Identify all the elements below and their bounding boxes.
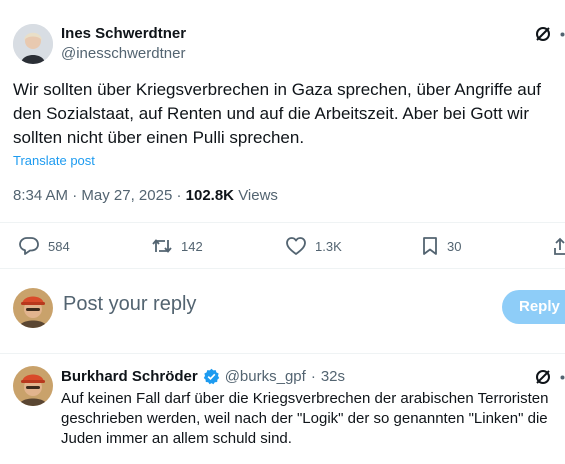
- separator: ·: [310, 368, 316, 385]
- views-count: 102.8K: [185, 187, 235, 204]
- repost-count: 142: [181, 238, 203, 254]
- reply-header: Burkhard Schröder @burks_gpf · 32s: [61, 368, 345, 385]
- more-options-icon[interactable]: [560, 32, 565, 37]
- like-count: 1.3K: [315, 238, 342, 254]
- more-options-icon[interactable]: [560, 375, 565, 380]
- like-stat-button[interactable]: 1.3K: [285, 236, 342, 256]
- reply-button[interactable]: Reply: [502, 290, 565, 324]
- reply-text: Auf keinen Fall darf über die Kriegsverb…: [61, 389, 565, 449]
- post-date[interactable]: May 27, 2025: [81, 187, 172, 204]
- heart-icon: [285, 236, 307, 256]
- grok-icon[interactable]: [534, 25, 552, 43]
- separator: ·: [72, 187, 78, 204]
- author-avatar[interactable]: [13, 24, 53, 64]
- reply-text-line: geschrieben werden, weil nach der "Logik…: [61, 410, 548, 427]
- current-user-avatar[interactable]: [13, 288, 53, 328]
- reply-text-line: Juden immer an allem schuld sind.: [61, 430, 292, 447]
- divider: [0, 268, 565, 269]
- post-meta: 8:34 AM · May 27, 2025 · 102.8K Views: [13, 187, 278, 204]
- reply-stat-button[interactable]: 584: [18, 236, 70, 256]
- reply-timestamp[interactable]: 32s: [321, 368, 345, 385]
- post-time[interactable]: 8:34 AM: [13, 187, 68, 204]
- bookmark-count: 30: [447, 238, 462, 254]
- bookmark-stat-button[interactable]: 30: [421, 236, 461, 256]
- separator: ·: [176, 187, 182, 204]
- views-label: Views: [238, 187, 278, 204]
- reply-input[interactable]: Post your reply: [63, 293, 196, 316]
- verified-badge-icon: [203, 368, 220, 385]
- reply-author-avatar[interactable]: [13, 366, 53, 406]
- repost-stat-button[interactable]: 142: [151, 236, 203, 256]
- grok-icon[interactable]: [534, 368, 552, 386]
- reply-count: 584: [48, 238, 70, 254]
- post-text-line: sollten nicht über einen Pulli sprechen.: [13, 128, 305, 147]
- divider: [0, 222, 565, 223]
- reply-author-handle[interactable]: @burks_gpf: [225, 368, 306, 385]
- repost-icon: [151, 236, 173, 256]
- divider: [0, 353, 565, 354]
- post-text-line: den Sozialstaat, auf Renten und auf die …: [13, 104, 529, 123]
- author-name[interactable]: Ines Schwerdtner: [61, 25, 186, 42]
- post-text-line: Wir sollten über Kriegsverbrechen in Gaz…: [13, 80, 541, 99]
- author-handle[interactable]: @inesschwerdtner: [61, 45, 185, 62]
- post-text: Wir sollten über Kriegsverbrechen in Gaz…: [13, 78, 565, 150]
- translate-post-link[interactable]: Translate post: [13, 153, 95, 168]
- reply-author-name[interactable]: Burkhard Schröder: [61, 368, 198, 385]
- reply-text-line: Auf keinen Fall darf über die Kriegsverb…: [61, 390, 549, 407]
- share-icon[interactable]: [554, 236, 565, 256]
- reply-icon: [18, 236, 40, 256]
- bookmark-icon: [421, 236, 439, 256]
